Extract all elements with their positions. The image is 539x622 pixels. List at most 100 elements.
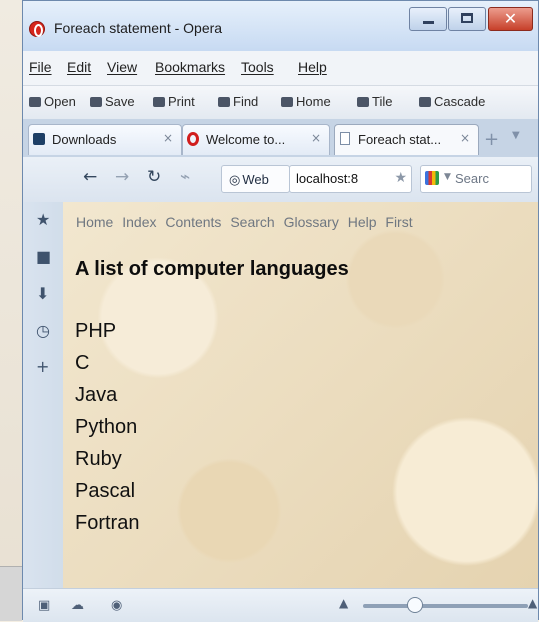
save-label: Save bbox=[105, 94, 135, 109]
desktop-taskbar-fragment bbox=[0, 566, 22, 621]
print-button[interactable]: Print bbox=[153, 94, 195, 109]
list-item: Pascal bbox=[75, 480, 136, 502]
tile-icon bbox=[357, 97, 369, 107]
search-engine-dropdown-icon[interactable]: ▼ bbox=[444, 172, 451, 182]
language-list: PHP C Java Python Ruby Pascal Fortran bbox=[75, 315, 139, 539]
zoom-slider-handle[interactable] bbox=[407, 597, 423, 613]
window-title: Foreach statement - Opera bbox=[54, 20, 223, 36]
tab-close-button[interactable]: × bbox=[163, 131, 173, 145]
save-icon bbox=[90, 97, 102, 107]
open-label: Open bbox=[44, 94, 76, 109]
home-label: Home bbox=[296, 94, 331, 109]
bookmarks-star-icon[interactable]: ★ bbox=[36, 210, 50, 229]
zoom-slider[interactable] bbox=[363, 604, 528, 608]
navigation-bar: ← → ↻ ⌁ ◎ Web localhost:8 ★ ▼ Searc bbox=[23, 157, 538, 203]
tab-downloads-label: Downloads bbox=[52, 132, 117, 147]
tab-close-button[interactable]: × bbox=[311, 131, 321, 145]
forward-icon[interactable]: → bbox=[115, 167, 129, 187]
tab-close-button[interactable]: × bbox=[460, 131, 470, 145]
browser-window: Foreach statement - Opera ✕ File Edit Vi… bbox=[22, 0, 539, 622]
tile-button[interactable]: Tile bbox=[357, 94, 392, 109]
tab-menu-icon[interactable]: ▼ bbox=[512, 130, 520, 141]
search-engine-icon[interactable] bbox=[425, 171, 439, 185]
history-icon[interactable]: ◷ bbox=[36, 321, 50, 340]
maximize-icon bbox=[461, 13, 473, 23]
page-content: Home Index Contents Search Glossary Help… bbox=[63, 202, 538, 588]
address-bar[interactable]: localhost:8 ★ bbox=[289, 165, 412, 193]
downloads-icon bbox=[33, 133, 45, 145]
notes-icon[interactable]: ■ bbox=[36, 247, 51, 266]
page-link-help[interactable]: Help bbox=[348, 214, 377, 230]
tab-foreach-label: Foreach stat... bbox=[358, 132, 442, 147]
search-input[interactable]: Searc bbox=[455, 171, 489, 186]
add-panel-icon[interactable]: + bbox=[36, 357, 49, 376]
find-button[interactable]: Find bbox=[218, 94, 258, 109]
cascade-icon bbox=[419, 97, 431, 107]
tab-foreach-statement[interactable]: Foreach stat... × bbox=[334, 124, 479, 155]
tab-welcome-label: Welcome to... bbox=[206, 132, 286, 147]
toolbar: Open Save Print Find Home Tile Cascade bbox=[23, 86, 538, 120]
search-box[interactable]: ▼ Searc bbox=[420, 165, 532, 193]
downloads-panel-icon[interactable]: ⬇ bbox=[36, 284, 49, 303]
menu-file[interactable]: File bbox=[29, 59, 52, 75]
list-item: C bbox=[75, 352, 90, 374]
home-button[interactable]: Home bbox=[281, 94, 331, 109]
page-nav-links: Home Index Contents Search Glossary Help… bbox=[76, 214, 418, 230]
page-link-search[interactable]: Search bbox=[230, 214, 274, 230]
tab-welcome[interactable]: Welcome to... × bbox=[182, 124, 330, 155]
window-titlebar[interactable]: Foreach statement - Opera ✕ bbox=[23, 1, 538, 51]
close-icon: ✕ bbox=[503, 9, 518, 28]
zoom-in-icon[interactable]: ▲ bbox=[528, 596, 537, 610]
home-icon bbox=[281, 97, 293, 107]
bookmark-star-icon[interactable]: ★ bbox=[394, 170, 407, 186]
new-tab-icon[interactable]: + bbox=[484, 129, 499, 150]
list-item: Java bbox=[75, 384, 118, 406]
page-heading: A list of computer languages bbox=[75, 258, 349, 280]
page-link-home[interactable]: Home bbox=[76, 214, 113, 230]
zoom-out-icon[interactable]: ▲ bbox=[339, 596, 348, 610]
opera-icon bbox=[187, 132, 199, 146]
document-icon bbox=[340, 132, 350, 145]
speed-dial-icon[interactable]: ◉ bbox=[111, 598, 122, 613]
save-button[interactable]: Save bbox=[90, 94, 135, 109]
opera-app-icon bbox=[29, 21, 45, 37]
web-label: Web bbox=[242, 172, 269, 187]
search-icon bbox=[218, 97, 230, 107]
list-item: Fortran bbox=[75, 512, 140, 534]
close-button[interactable]: ✕ bbox=[488, 7, 533, 31]
status-bar: ▣ ☁ ◉ ▲ ▲ bbox=[23, 588, 538, 622]
list-item: PHP bbox=[75, 320, 117, 342]
browser-sidebar: ★ ■ ⬇ ◷ + bbox=[23, 202, 64, 588]
site-info-button[interactable]: ◎ Web bbox=[221, 165, 290, 193]
cascade-label: Cascade bbox=[434, 94, 486, 109]
list-item: Python bbox=[75, 416, 138, 438]
desktop-background bbox=[0, 0, 22, 620]
print-label: Print bbox=[168, 94, 195, 109]
menu-bookmarks[interactable]: Bookmarks bbox=[155, 59, 225, 75]
key-icon[interactable]: ⌁ bbox=[180, 167, 190, 187]
menu-help[interactable]: Help bbox=[298, 59, 327, 75]
minimize-icon bbox=[423, 21, 434, 24]
open-button[interactable]: Open bbox=[29, 94, 76, 109]
tab-bar: Downloads × Welcome to... × Foreach stat… bbox=[23, 119, 538, 158]
address-input[interactable]: localhost:8 bbox=[296, 171, 386, 186]
back-icon[interactable]: ← bbox=[83, 167, 97, 187]
tab-downloads[interactable]: Downloads × bbox=[28, 124, 182, 155]
page-link-index[interactable]: Index bbox=[122, 214, 156, 230]
cloud-icon[interactable]: ☁ bbox=[71, 598, 84, 613]
reload-icon[interactable]: ↻ bbox=[147, 167, 161, 187]
find-label: Find bbox=[233, 94, 259, 109]
cascade-button[interactable]: Cascade bbox=[419, 94, 485, 109]
panel-toggle-icon[interactable]: ▣ bbox=[38, 598, 50, 613]
menu-bar: File Edit View Bookmarks Tools Help bbox=[23, 51, 538, 86]
menu-view[interactable]: View bbox=[107, 59, 137, 75]
menu-edit[interactable]: Edit bbox=[67, 59, 91, 75]
maximize-button[interactable] bbox=[448, 7, 486, 31]
page-link-first[interactable]: First bbox=[385, 214, 412, 230]
minimize-button[interactable] bbox=[409, 7, 447, 31]
tile-label: Tile bbox=[372, 94, 393, 109]
page-link-contents[interactable]: Contents bbox=[165, 214, 221, 230]
page-link-glossary[interactable]: Glossary bbox=[284, 214, 339, 230]
menu-tools[interactable]: Tools bbox=[241, 59, 274, 75]
print-icon bbox=[153, 97, 165, 107]
